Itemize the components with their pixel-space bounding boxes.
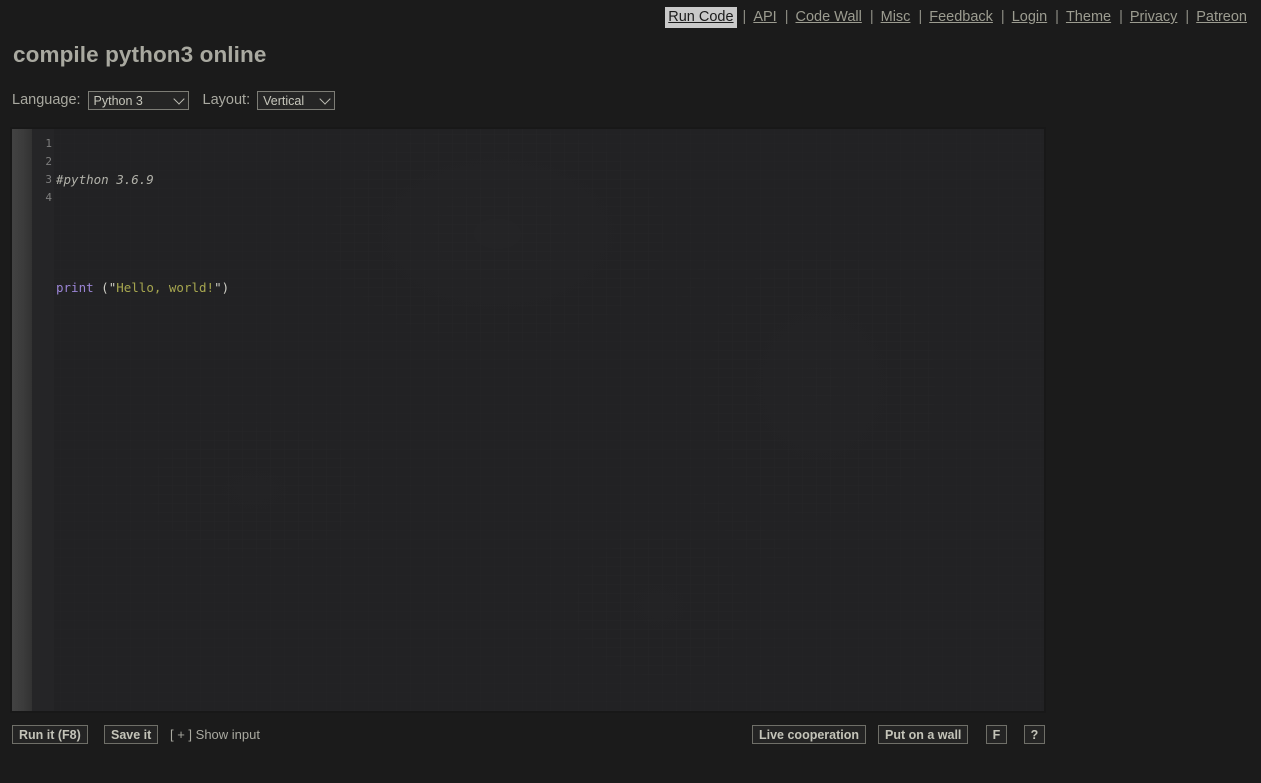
run-button[interactable]: Run it (F8): [12, 725, 88, 744]
nav-separator: |: [869, 9, 874, 25]
code-comment-token: #python 3.6.9: [56, 172, 154, 187]
nav-link-run-code[interactable]: Run Code: [665, 7, 737, 28]
nav-separator: |: [1119, 9, 1123, 25]
bottom-toolbar: Run it (F8) Save it [ + ] Show input Liv…: [0, 725, 1060, 747]
code-line-3: print ("Hello, world!"): [56, 279, 1044, 297]
app-root: Run Code | API | Code Wall | Misc | Feed…: [0, 0, 1261, 783]
layout-select[interactable]: Vertical: [257, 90, 336, 110]
live-cooperation-button[interactable]: Live cooperation: [752, 725, 867, 744]
line-number: 1: [45, 137, 52, 150]
page-title: compile python3 online: [13, 42, 267, 67]
nav-link-patreon[interactable]: Patreon: [1194, 7, 1249, 28]
code-close-token: "): [214, 280, 230, 295]
nav-link-api[interactable]: API: [751, 7, 778, 28]
editor-body[interactable]: 1 2 3 4 #python 3.6.9 print ("Hello, wor…: [32, 129, 1044, 711]
nav-link-login[interactable]: Login: [1010, 7, 1049, 28]
chevron-down-icon: [319, 93, 331, 105]
nav-separator: |: [784, 9, 789, 25]
code-function-token: print: [56, 280, 94, 295]
nav-link-misc[interactable]: Misc: [879, 7, 913, 28]
save-button[interactable]: Save it: [104, 725, 159, 744]
code-text-area[interactable]: #python 3.6.9 print ("Hello, world!"): [54, 129, 1044, 711]
help-button[interactable]: ?: [1024, 725, 1045, 744]
layout-label: Layout:: [202, 92, 251, 108]
nav-separator: |: [742, 9, 747, 25]
code-editor[interactable]: 1 2 3 4 #python 3.6.9 print ("Hello, wor…: [10, 127, 1046, 713]
nav-separator: |: [1055, 9, 1059, 25]
fullscreen-button[interactable]: F: [986, 725, 1007, 744]
controls-row: Language: Python 3 Layout: Vertical: [12, 89, 336, 111]
line-number: 4: [45, 191, 52, 204]
editor-scrollbar-strip[interactable]: [12, 129, 32, 711]
top-navigation: Run Code | API | Code Wall | Misc | Feed…: [665, 7, 1249, 28]
nav-link-privacy[interactable]: Privacy: [1128, 7, 1180, 28]
code-open-token: (": [93, 280, 117, 295]
nav-separator: |: [1185, 9, 1190, 25]
put-on-a-wall-button[interactable]: Put on a wall: [878, 725, 969, 744]
nav-link-feedback[interactable]: Feedback: [927, 7, 995, 28]
language-select[interactable]: Python 3: [87, 90, 189, 110]
layout-select-value: Vertical: [263, 93, 305, 108]
nav-separator: |: [1000, 9, 1005, 25]
language-select-value: Python 3: [93, 93, 143, 108]
language-label: Language:: [12, 92, 81, 108]
line-number-gutter: 1 2 3 4: [32, 129, 54, 711]
code-line-1: #python 3.6.9: [56, 171, 1044, 189]
nav-link-theme[interactable]: Theme: [1064, 7, 1113, 28]
line-number: 2: [45, 155, 52, 168]
code-string-token: Hello, world!: [116, 280, 215, 295]
line-number: 3: [45, 173, 52, 186]
chevron-down-icon: [172, 93, 185, 105]
show-input-toggle[interactable]: [ + ] Show input: [170, 725, 260, 744]
nav-link-code-wall[interactable]: Code Wall: [793, 7, 863, 28]
nav-separator: |: [918, 9, 923, 25]
